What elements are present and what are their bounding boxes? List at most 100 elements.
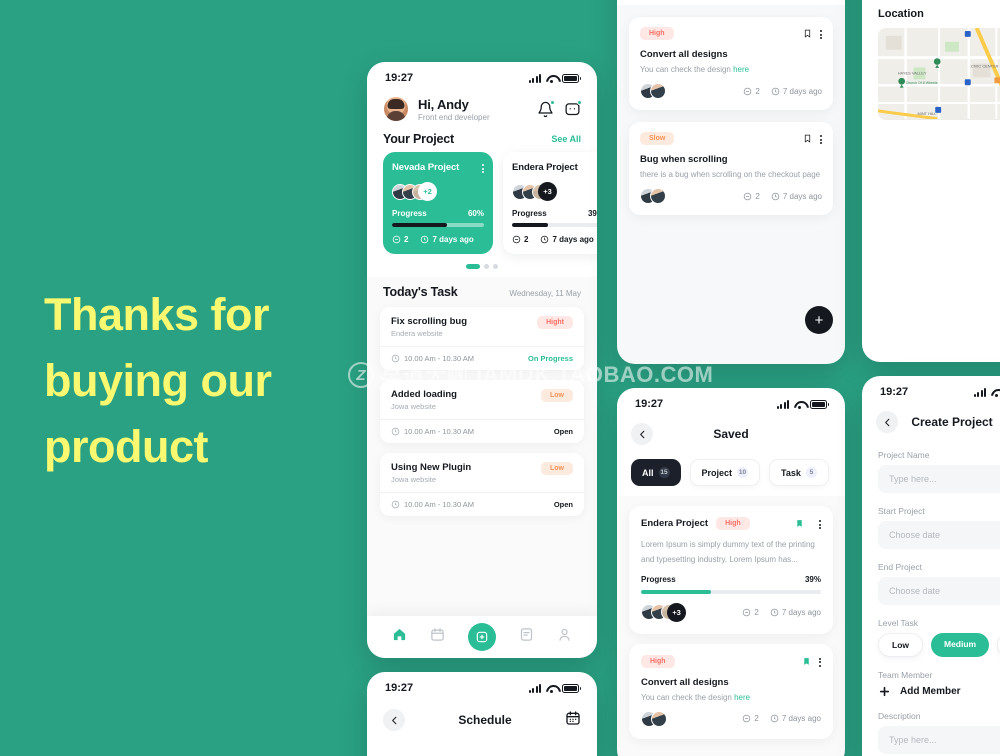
status-time: 19:27 [385, 682, 414, 694]
saved-item[interactable]: High Convert all designs You can check t… [629, 643, 833, 739]
bookmark-icon[interactable] [795, 518, 804, 529]
extra-members-count: +3 [667, 602, 686, 622]
more-options-icon[interactable] [820, 133, 822, 144]
bookmark-icon[interactable] [803, 28, 812, 39]
task-time-value: 10.00 Am - 10.30 AM [404, 499, 475, 509]
item-footer: 2 7 days ago [641, 710, 821, 727]
dot-active[interactable] [466, 263, 480, 269]
status-bar: 19:27 [617, 388, 845, 414]
level-option-low[interactable]: Low [878, 633, 923, 657]
plus-icon [879, 686, 890, 697]
item-desc-text: You can check the design [641, 692, 735, 702]
task-time-value: 10.00 Am - 10.30 AM [404, 426, 475, 436]
task-row[interactable]: Using New Plugin Jowa website Low 10.00 … [380, 452, 584, 516]
comment-value: 2 [755, 191, 760, 201]
project-card-header: Nevada Project [392, 162, 484, 173]
comment-count: 2 [512, 235, 528, 244]
project-card[interactable]: Nevada Project +2 Progress 60% 2 7 days … [383, 152, 493, 254]
card-desc-link[interactable]: here [733, 65, 749, 74]
comment-value: 2 [404, 234, 409, 244]
chip-label: Task [781, 467, 801, 478]
task-subtitle: Jowa website [391, 474, 437, 484]
signal-icon [528, 73, 541, 83]
chip-task[interactable]: Task 5 [769, 459, 829, 486]
board-card[interactable]: Slow Bug when scrolling there is a bug w… [629, 122, 833, 215]
document-icon[interactable] [519, 627, 534, 647]
project-carousel[interactable]: Nevada Project +2 Progress 60% 2 7 days … [367, 152, 597, 254]
calendar-icon[interactable] [565, 710, 581, 731]
board-card-header: High [640, 27, 822, 40]
nav-header: Create Project [862, 402, 1000, 437]
item-desc-link[interactable]: here [734, 693, 750, 702]
progress-row: Progress 39% [641, 575, 821, 584]
more-options-icon[interactable] [820, 28, 822, 39]
saved-item-header: Endera Project High [641, 517, 821, 530]
dot[interactable] [493, 263, 498, 269]
profile-icon[interactable] [557, 627, 572, 647]
svg-text:Church Of 8 Wheels: Church Of 8 Wheels [906, 81, 938, 85]
phone-board-screen: and typesetting industry. Lorem Ipsum ha… [617, 0, 845, 364]
more-options-icon[interactable] [819, 518, 821, 529]
progress-row: Progress 60% [392, 209, 484, 218]
greeting-role: Front end developer [418, 112, 490, 122]
todays-task-header: Today's Task Wednesday, 11 May [367, 277, 597, 307]
message-icon[interactable] [564, 99, 582, 118]
greeting-text: Hi, Andy Front end developer [418, 97, 528, 122]
home-icon[interactable] [392, 627, 407, 647]
chip-all[interactable]: All 15 [631, 459, 681, 486]
more-options-icon[interactable] [482, 162, 484, 173]
task-time: 10.00 Am - 10.30 AM [391, 500, 474, 509]
task-time: 10.00 Am - 10.30 AM [391, 427, 474, 436]
time-value: 7 days ago [782, 191, 822, 201]
progress-bar [641, 590, 821, 594]
level-option-medium[interactable]: Medium [931, 633, 990, 657]
field-label-end-project: End Project [878, 562, 922, 572]
bell-icon[interactable] [537, 99, 555, 118]
board-card-header: Slow [640, 132, 822, 145]
bookmark-icon[interactable] [803, 133, 812, 144]
more-options-icon[interactable] [819, 656, 821, 667]
task-row[interactable]: Fix scrolling bug Endera website Hight 1… [380, 306, 584, 370]
status-time: 19:27 [635, 398, 664, 410]
end-date-input[interactable]: Choose date [878, 577, 1000, 605]
task-time: 10.00 Am - 10.30 AM [391, 354, 474, 363]
add-fab-button[interactable]: + [805, 306, 833, 334]
board-card[interactable]: High Convert all designs You can check t… [629, 17, 833, 110]
comment-count: 2 [392, 235, 408, 244]
comment-value: 2 [754, 607, 759, 617]
item-meta: 2 7 days ago [742, 608, 821, 617]
avatar[interactable] [383, 96, 409, 122]
project-name-input[interactable]: Type here... [878, 465, 1000, 493]
status-icons [528, 73, 581, 83]
bookmark-icon[interactable] [802, 656, 811, 667]
add-icon[interactable] [467, 623, 496, 651]
progress-value: 39% [587, 209, 597, 218]
priority-badge: Hight [537, 315, 573, 329]
description-input[interactable]: Type here... [878, 726, 1000, 754]
start-date-input[interactable]: Choose date [878, 521, 1000, 549]
status-time: 19:27 [880, 386, 909, 398]
project-card[interactable]: Endera Project +3 Progress 39% [503, 152, 597, 254]
saved-item[interactable]: Endera Project High Lorem Ipsum is simpl… [629, 506, 833, 634]
member-avatars [640, 83, 666, 99]
field-label-start-project: Start Project [878, 506, 925, 516]
member-avatars: +3 [512, 182, 597, 201]
dot[interactable] [484, 263, 489, 269]
location-map[interactable]: HAYES VALLEY CIVIC CENTER MINT HILL Chur… [878, 28, 1000, 120]
task-title: Fix scrolling bug [391, 315, 468, 327]
bell-badge-dot [550, 99, 555, 105]
add-member-row[interactable]: Add Member [878, 685, 1000, 698]
see-all-link[interactable]: See All [551, 134, 581, 144]
chip-count: 15 [658, 467, 670, 478]
status-icons [776, 399, 829, 409]
task-row[interactable]: Added loading Jowa website Low 10.00 Am … [380, 379, 584, 443]
task-top: Added loading Jowa website Low [380, 380, 584, 419]
calendar-icon[interactable] [430, 627, 445, 647]
time-ago: 7 days ago [771, 192, 822, 201]
time-value: 7 days ago [552, 234, 594, 244]
back-arrow-icon[interactable] [383, 709, 405, 731]
chip-project[interactable]: Project 10 [689, 459, 761, 486]
item-description: Lorem Ipsum is simply dummy text of the … [641, 540, 815, 565]
phone-schedule-screen: 19:27 Schedule [367, 672, 597, 756]
carousel-dots[interactable] [367, 254, 597, 271]
